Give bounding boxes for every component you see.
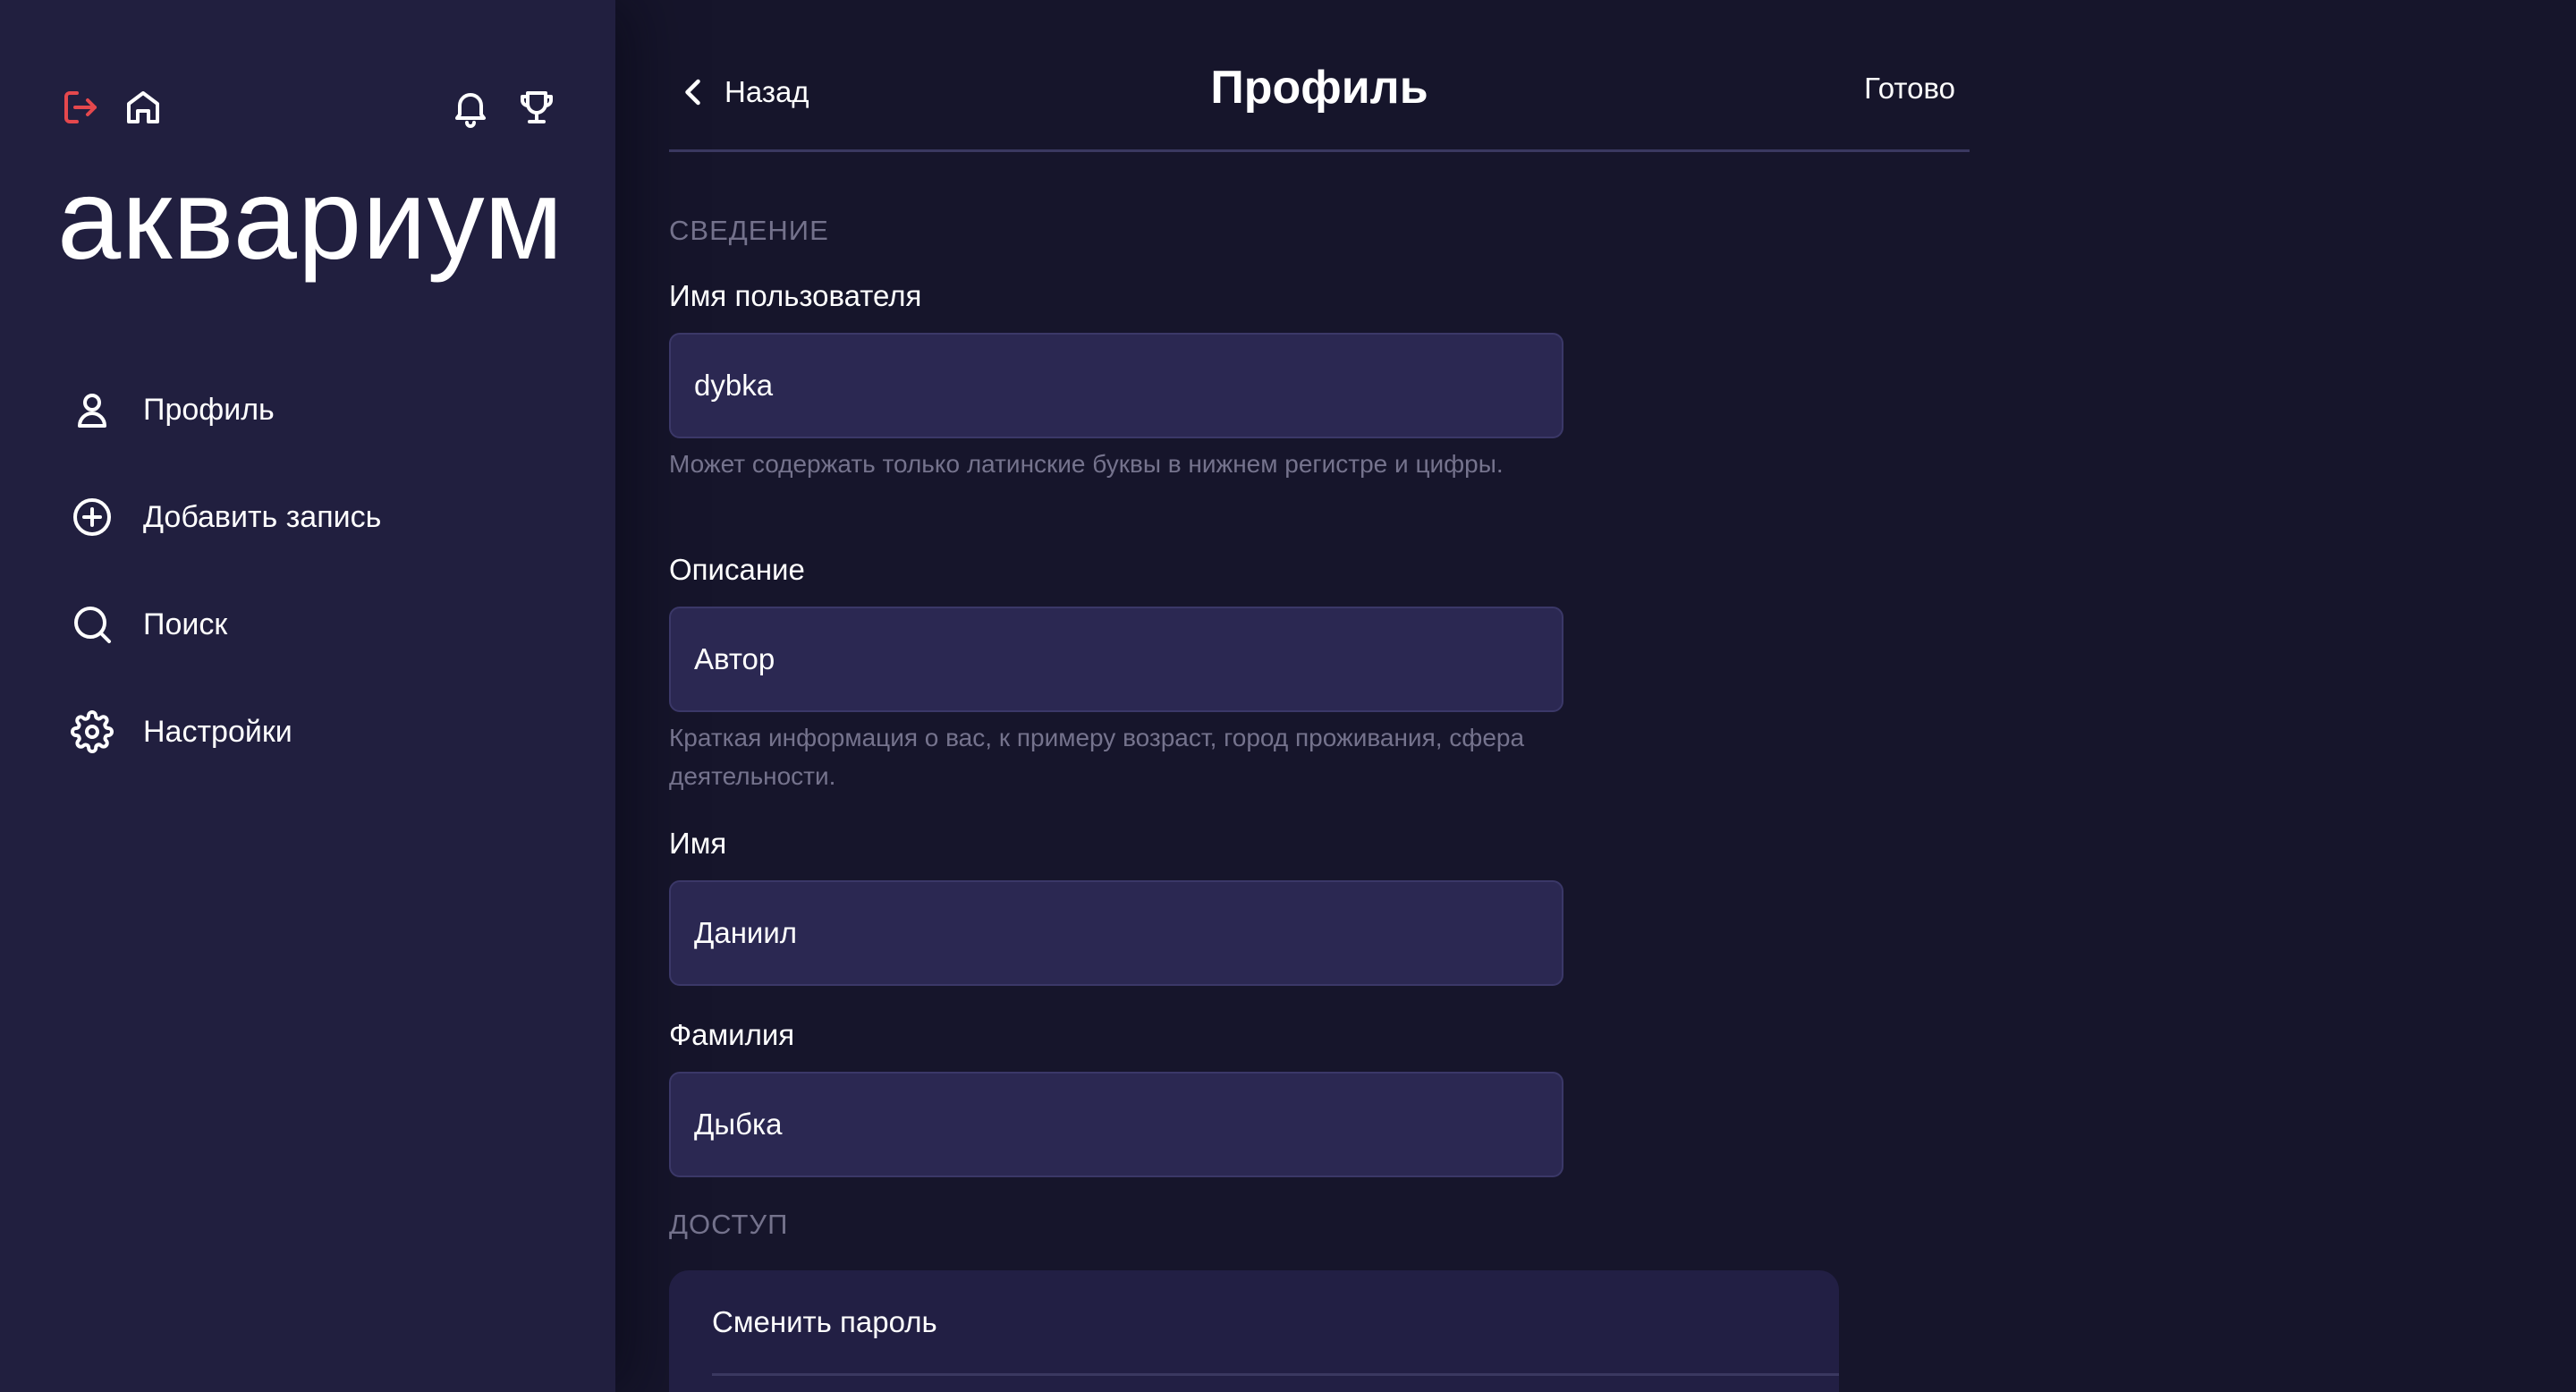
username-label: Имя пользователя [669, 279, 922, 312]
bell-icon [455, 93, 486, 128]
first-name-field-box [669, 880, 1563, 986]
back-button[interactable]: Назад [678, 70, 809, 115]
sidebar-item-settings[interactable]: Настройки [70, 678, 571, 785]
sidebar-item-label: Профиль [143, 392, 275, 427]
user-icon [70, 387, 114, 432]
username-field-box [669, 333, 1563, 438]
chevron-left-icon [685, 79, 700, 106]
app-logo: аквариум [57, 156, 564, 284]
sidebar-top-icons [55, 82, 571, 132]
sidebar-item-label: Поиск [143, 607, 228, 641]
sidebar-item-label: Добавить запись [143, 499, 382, 534]
sidebar-item-profile[interactable]: Профиль [70, 356, 571, 463]
sidebar-nav: Профиль Добавить запись Поиск Настройки [70, 356, 571, 785]
home-icon [127, 91, 159, 123]
plus-circle-icon [70, 495, 114, 539]
access-card: Сменить пароль [669, 1270, 1839, 1392]
sidebar-item-add-post[interactable]: Добавить запись [70, 463, 571, 571]
last-name-field-box [669, 1072, 1563, 1177]
section-title-info: СВЕДЕНИЕ [669, 215, 829, 246]
achievements-button[interactable] [512, 82, 562, 132]
description-input[interactable] [694, 642, 1538, 676]
last-name-label: Фамилия [669, 1018, 795, 1051]
home-button[interactable] [118, 82, 168, 132]
username-input[interactable] [694, 369, 1538, 403]
logout-button[interactable] [55, 82, 106, 132]
change-password-button[interactable]: Сменить пароль [712, 1270, 1839, 1376]
first-name-input[interactable] [694, 916, 1538, 950]
done-button[interactable]: Готово [1864, 72, 1955, 106]
sidebar-item-label: Настройки [143, 714, 292, 749]
trophy-icon [521, 91, 553, 123]
change-password-label: Сменить пароль [712, 1304, 937, 1338]
last-name-input[interactable] [694, 1108, 1538, 1142]
logout-icon [64, 91, 97, 123]
notifications-button[interactable] [445, 82, 496, 132]
page-header: Назад Профиль Готово [669, 55, 1970, 152]
section-title-access: ДОСТУП [669, 1209, 789, 1240]
back-label: Назад [724, 75, 809, 108]
description-hint: Краткая информация о вас, к примеру возр… [669, 724, 1525, 790]
username-hint: Может содержать только латинские буквы в… [669, 450, 1504, 478]
page-title: Профиль [1210, 62, 1428, 114]
description-label: Описание [669, 553, 805, 586]
profile-editor: Назад Профиль Готово СВЕДЕНИЕ Имя пользо… [669, 0, 1970, 1392]
first-name-label: Имя [669, 827, 727, 860]
sidebar-item-search[interactable]: Поиск [70, 571, 571, 678]
sidebar: аквариум Профиль Добавить запись Поиск Н… [0, 0, 615, 1392]
description-field-box [669, 607, 1563, 712]
search-icon [70, 602, 114, 647]
app-window: аквариум Профиль Добавить запись Поиск Н… [0, 0, 2576, 1392]
gear-icon [70, 709, 114, 754]
